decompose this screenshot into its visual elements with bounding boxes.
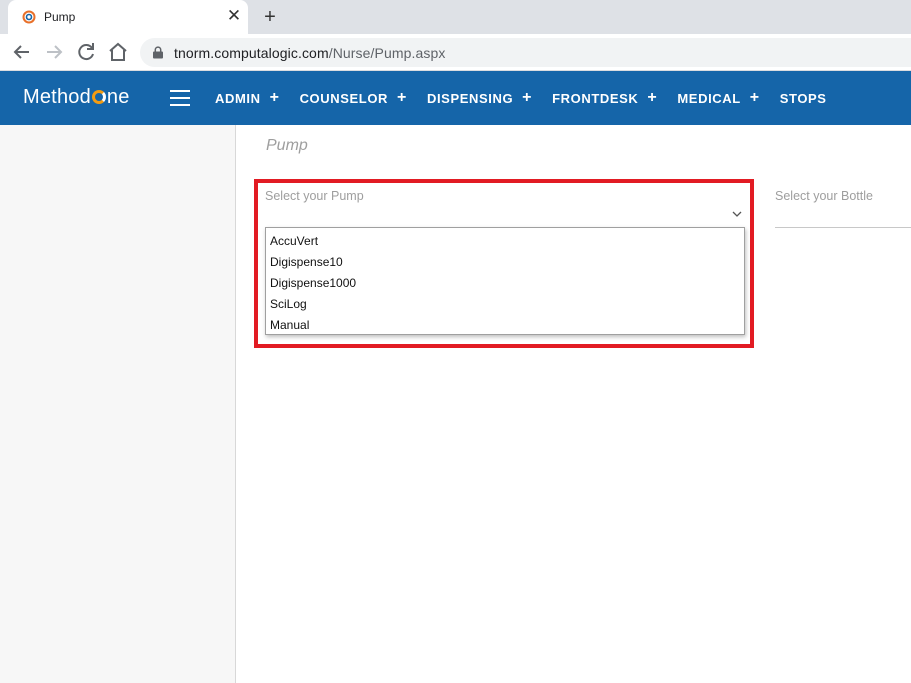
plus-icon: + [749,89,760,106]
browser-tab[interactable]: Pump ✕ [8,0,248,34]
site-favicon-icon [22,10,36,24]
pump-select-label: Select your Pump [265,189,364,203]
address-bar[interactable]: tnorm.computalogic.com/Nurse/Pump.aspx [140,38,911,67]
logo-ring-icon [91,90,106,104]
reload-icon[interactable] [74,40,98,64]
url-domain: tnorm.computalogic.com [174,45,329,61]
url-text: tnorm.computalogic.com/Nurse/Pump.aspx [174,45,445,61]
app-header: Method ne ADMIN + COUNSELOR + DISPENSING + F… [0,71,911,125]
bottle-select-label: Select your Bottle [775,189,873,203]
url-path: /Nurse/Pump.aspx [328,45,446,61]
dropdown-option-accuvert[interactable]: AccuVert [266,231,744,252]
plus-icon: + [269,89,280,106]
logo-prefix: Method [23,86,91,108]
menu-item-dispensing[interactable]: DISPENSING + [427,89,532,107]
page-title: Pump [266,137,308,154]
menu-item-medical[interactable]: MEDICAL + [677,89,759,107]
plus-icon: + [522,89,533,106]
sidebar [0,125,236,683]
menu-label: FRONTDESK [552,90,639,106]
menu-item-stops[interactable]: STOPS [780,91,827,106]
menu-label: DISPENSING [426,90,514,106]
bottle-select-field[interactable] [775,227,911,228]
main-menu: ADMIN + COUNSELOR + DISPENSING + FRONTDESK +… [215,71,847,125]
menu-item-admin[interactable]: ADMIN + [215,89,280,107]
logo-suffix: ne [106,86,130,108]
lock-icon [153,46,163,59]
menu-item-counselor[interactable]: COUNSELOR + [300,89,407,107]
browser-toolbar: tnorm.computalogic.com/Nurse/Pump.aspx [0,34,911,71]
home-icon[interactable] [106,40,130,64]
tab-title: Pump [44,10,76,24]
dropdown-option-scilog[interactable]: SciLog [266,294,744,315]
menu-label: ADMIN [215,90,261,106]
menu-item-frontdesk[interactable]: FRONTDESK + [552,89,657,107]
chevron-down-icon[interactable] [731,209,743,219]
menu-label: MEDICAL [677,90,741,106]
plus-icon: + [397,89,407,106]
hamburger-menu-icon[interactable] [170,90,190,106]
close-tab-icon[interactable]: ✕ [224,6,244,26]
dropdown-option-manual[interactable]: Manual [266,315,744,336]
back-arrow-icon[interactable] [10,40,34,64]
menu-label: COUNSELOR [299,90,389,106]
new-tab-button[interactable]: + [258,5,282,29]
plus-icon: + [647,89,658,106]
methodone-logo[interactable]: Method ne [23,86,130,109]
browser-tab-strip: Pump ✕ + [0,0,911,34]
dropdown-option-digispense10[interactable]: Digispense10 [266,252,744,273]
pump-dropdown-list[interactable]: AccuVert Digispense10 Digispense1000 Sci… [265,227,745,335]
menu-label: STOPS [779,90,827,106]
dropdown-option-digispense1000[interactable]: Digispense1000 [266,273,744,294]
forward-arrow-icon[interactable] [42,40,66,64]
